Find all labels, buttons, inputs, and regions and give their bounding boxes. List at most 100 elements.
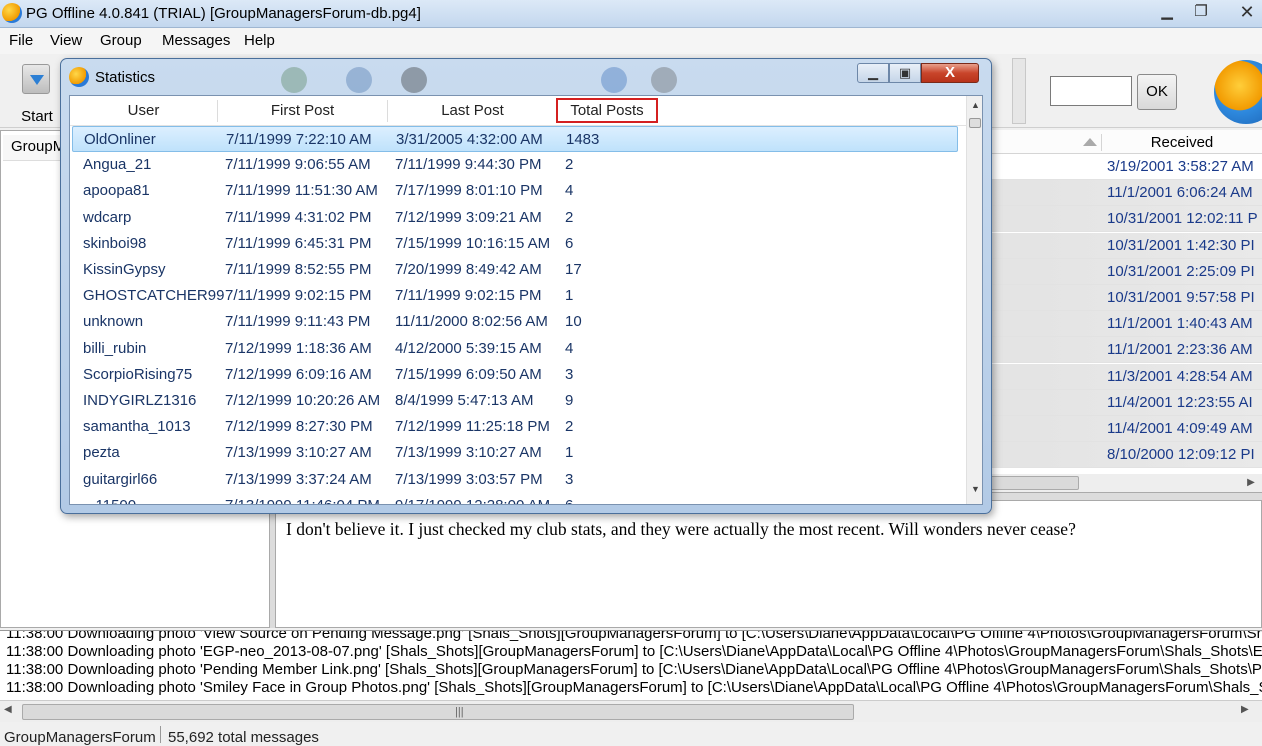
cell-user: GHOSTCATCHER99 xyxy=(83,287,225,305)
download-icon xyxy=(22,64,50,94)
statistics-row[interactable]: samantha_1013 7/12/1999 8:27:30 PM 7/12/19… xyxy=(72,414,958,440)
main-title-bar: PG Offline 4.0.841 (TRIAL) [GroupManager… xyxy=(0,0,1262,28)
app-logo-icon xyxy=(69,67,89,87)
toolbar-ghost-icon xyxy=(281,67,307,93)
scroll-right-icon[interactable]: ▶ xyxy=(1241,704,1249,715)
toolbar-ghost-icon xyxy=(651,67,677,93)
cell-user: INDYGIRLZ1316 xyxy=(83,392,197,409)
column-total-posts[interactable]: Total Posts xyxy=(556,98,658,123)
log-hscroll[interactable]: ◀ ||| ▶ xyxy=(0,700,1262,722)
statistics-row[interactable]: unknown 7/11/1999 9:11:43 PM 11/11/2000 8:… xyxy=(72,309,958,335)
cell-last-post: 3/31/2005 4:32:00 AM xyxy=(396,131,543,148)
statistics-row[interactable]: billi_rubin 7/12/1999 1:18:36 AM 4/12/2000… xyxy=(72,336,958,362)
status-bar: GroupManagersForum 55,692 total messages xyxy=(0,722,1262,746)
cell-last-post: 7/11/1999 9:44:30 PM xyxy=(395,156,542,174)
pg-offline-logo-icon xyxy=(1214,60,1262,124)
dialog-minimize-button[interactable]: ▁ xyxy=(857,63,889,83)
statistics-vscroll[interactable]: ▲ ▼ xyxy=(966,96,982,504)
cell-first-post: 7/11/1999 9:02:15 PM xyxy=(225,287,372,305)
received-cell: 10/31/2001 1:42:30 PI xyxy=(1107,236,1255,254)
cell-total-posts: 4 xyxy=(565,182,574,200)
statistics-row[interactable]: Angua_21 7/11/1999 9:06:55 AM 7/11/1999 9:… xyxy=(72,152,958,178)
cell-total-posts: 1483 xyxy=(566,131,600,148)
cell-total-posts: 4 xyxy=(565,339,574,357)
statistics-row[interactable]: pezta 7/13/1999 3:10:27 AM 7/13/1999 3:10:… xyxy=(72,440,958,466)
statistics-row[interactable]: apoopa81 7/11/1999 11:51:30 AM 7/17/1999 8… xyxy=(72,178,958,204)
scroll-up-icon[interactable]: ▲ xyxy=(971,100,980,110)
statistics-row[interactable]: skinboi98 7/11/1999 6:45:31 PM 7/15/1999 1… xyxy=(72,231,958,257)
scroll-left-icon[interactable]: ◀ xyxy=(4,704,12,715)
cell-total-posts: 1 xyxy=(565,287,574,305)
cell-last-post: 7/13/1999 3:10:27 AM xyxy=(395,444,542,462)
statistics-dialog: Statistics ▁ ▣ X User First Post Last Po… xyxy=(60,58,992,514)
cell-total-posts: 10 xyxy=(565,313,582,331)
column-user[interactable]: User xyxy=(70,102,217,119)
column-first-post[interactable]: First Post xyxy=(218,102,387,119)
cell-user: samantha_1013 xyxy=(83,418,191,436)
cell-first-post: 7/13/1999 11:46:04 PM xyxy=(225,497,380,504)
cell-last-post: 7/12/1999 11:25:18 PM xyxy=(395,418,550,436)
close-button[interactable]: ✕ xyxy=(1232,2,1262,24)
scroll-down-icon[interactable]: ▼ xyxy=(971,484,980,494)
sort-ascending-icon[interactable] xyxy=(1083,138,1097,146)
cell-total-posts: 6 xyxy=(565,497,573,504)
minimize-button[interactable]: ▁ xyxy=(1152,2,1182,24)
statistics-row[interactable]: KissinGypsy 7/11/1999 8:52:55 PM 7/20/1999… xyxy=(72,257,958,283)
dialog-title: Statistics xyxy=(95,69,156,86)
menu-messages[interactable]: Messages xyxy=(162,32,230,49)
received-cell: 11/4/2001 4:09:49 AM xyxy=(1107,420,1253,437)
maximize-button[interactable]: ❐ xyxy=(1186,2,1216,24)
statistics-row[interactable]: GHOSTCATCHER99 7/11/1999 9:02:15 PM 7/11/1… xyxy=(72,283,958,309)
log-line: 11:38:00 Downloading photo 'Pending Memb… xyxy=(6,661,1262,678)
received-cell: 11/1/2001 1:40:43 AM xyxy=(1107,315,1253,333)
statistics-row[interactable]: wdcarp 7/11/1999 4:31:02 PM 7/12/1999 3:09… xyxy=(72,205,958,231)
menu-file[interactable]: File xyxy=(9,32,33,49)
menu-bar: File View Group Messages Help xyxy=(0,28,1262,54)
column-divider[interactable] xyxy=(557,100,558,122)
cell-last-post: 7/11/1999 9:02:15 PM xyxy=(395,287,542,305)
menu-help[interactable]: Help xyxy=(244,32,275,49)
menu-group[interactable]: Group xyxy=(100,32,142,49)
activity-log: 11:38:00 Downloading photo 'View Source … xyxy=(0,630,1262,700)
column-received[interactable]: Received xyxy=(1101,134,1262,151)
start-button[interactable]: Start xyxy=(10,60,64,125)
cell-user: OldOnliner xyxy=(84,131,156,148)
statistics-row[interactable]: INDYGIRLZ1316 7/12/1999 10:20:26 AM 8/4/19… xyxy=(72,388,958,414)
cell-first-post: 7/11/1999 9:06:55 AM xyxy=(225,156,371,174)
log-line: 11:38:00 Downloading photo 'EGP-neo_2013… xyxy=(6,643,1262,660)
statistics-row[interactable]: guitargirl66 7/13/1999 3:37:24 AM 7/13/199… xyxy=(72,467,958,493)
cell-last-post: 4/12/2000 5:39:15 AM xyxy=(395,339,542,357)
scroll-thumb[interactable] xyxy=(969,118,981,128)
menu-view[interactable]: View xyxy=(50,32,82,49)
received-cell: 10/31/2001 12:02:11 P xyxy=(1107,210,1258,228)
scroll-right-icon[interactable]: ▶ xyxy=(1241,474,1261,492)
toolbar-ghost-icon xyxy=(346,67,372,93)
grip-icon: ||| xyxy=(455,706,464,718)
cell-last-post: 7/15/1999 6:09:50 AM xyxy=(395,365,542,383)
column-last-post[interactable]: Last Post xyxy=(388,102,557,119)
dialog-maximize-button[interactable]: ▣ xyxy=(889,63,921,83)
toolbar-scroll[interactable] xyxy=(1012,58,1026,124)
statistics-row[interactable]: ScorpioRising75 7/12/1999 6:09:16 AM 7/15/… xyxy=(72,362,958,388)
cell-total-posts: 17 xyxy=(565,261,582,278)
start-label: Start xyxy=(21,108,53,125)
cell-last-post: 9/17/1999 12:28:00 AM xyxy=(395,497,550,504)
cell-user: guitargirl66 xyxy=(83,470,158,488)
cell-first-post: 7/12/1999 8:27:30 PM xyxy=(225,418,373,436)
group-input[interactable] xyxy=(1050,76,1132,106)
preview-text: I don't believe it. I just checked my cl… xyxy=(286,519,1076,539)
cell-first-post: 7/13/1999 3:37:24 AM xyxy=(225,470,372,488)
statistics-row[interactable]: OldOnliner 7/11/1999 7:22:10 AM 3/31/2005 … xyxy=(72,126,958,152)
dialog-close-button[interactable]: X xyxy=(921,63,979,83)
ok-button[interactable]: OK xyxy=(1137,74,1177,110)
scroll-thumb[interactable]: ||| xyxy=(22,704,854,720)
status-group: GroupManagersForum xyxy=(4,729,156,746)
cell-first-post: 7/12/1999 1:18:36 AM xyxy=(225,339,372,357)
cell-last-post: 11/11/2000 8:02:56 AM xyxy=(395,313,548,331)
cell-user: skinboi98 xyxy=(83,234,147,252)
cell-user: apoopa81 xyxy=(83,182,150,200)
cell-first-post: 7/11/1999 7:22:10 AM xyxy=(226,131,372,148)
statistics-row[interactable]: ...11500 7/13/1999 11:46:04 PM 9/17/1999 1… xyxy=(72,493,958,504)
statistics-table[interactable]: User First Post Last Post Total Posts Ol… xyxy=(69,95,983,505)
log-line: 11:38:00 Downloading photo 'View Source … xyxy=(6,630,1262,642)
